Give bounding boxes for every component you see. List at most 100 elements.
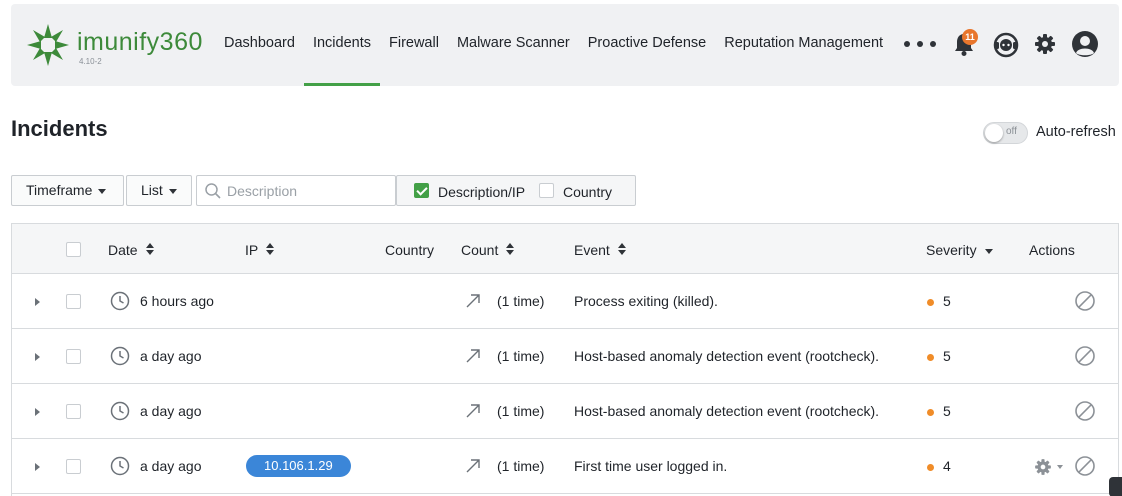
incident-event: Host-based anomaly detection event (root…: [574, 403, 880, 419]
imunify-logo-icon: [27, 24, 69, 66]
row-checkbox[interactable]: [66, 294, 81, 309]
block-icon[interactable]: [1074, 345, 1096, 367]
clock-icon: [110, 346, 130, 366]
clock-icon: [110, 401, 130, 421]
support-agent-icon[interactable]: [992, 30, 1020, 58]
severity-header-label: Severity: [926, 242, 977, 258]
chat-widget-button[interactable]: [1109, 477, 1122, 496]
incident-date: 6 hours ago: [140, 293, 214, 309]
toggle-state-label: off: [1006, 126, 1017, 137]
column-header-actions: Actions: [1029, 242, 1075, 258]
row-checkbox[interactable]: [66, 459, 81, 474]
nav-reputation-management[interactable]: Reputation Management: [715, 4, 892, 86]
search-input[interactable]: [227, 176, 392, 205]
column-header-ip[interactable]: IP: [245, 242, 275, 258]
main-nav: Dashboard Incidents Firewall Malware Sca…: [215, 4, 892, 86]
column-header-event[interactable]: Event: [574, 242, 626, 258]
table-header: Date IP Country Count Event Severity Act…: [12, 224, 1118, 274]
app-version: 4.10-2: [79, 57, 102, 66]
event-header-label: Event: [574, 242, 610, 258]
description-ip-checkbox[interactable]: [414, 183, 429, 198]
nav-proactive-defense[interactable]: Proactive Defense: [579, 4, 715, 86]
expand-row-icon[interactable]: [35, 463, 40, 471]
table-row[interactable]: a day ago 10.106.1.29 (1 time) First tim…: [12, 439, 1118, 494]
more-menu-icon[interactable]: [904, 34, 936, 54]
incident-date: a day ago: [140, 348, 202, 364]
search-scope-filter: Description/IP Country: [396, 175, 636, 206]
table-row[interactable]: 6 hours ago (1 time) Process exiting (ki…: [12, 274, 1118, 329]
arrow-up-right-icon: [466, 349, 480, 363]
incident-severity: 5: [943, 348, 951, 364]
select-all-checkbox[interactable]: [66, 242, 81, 257]
ip-address-tag[interactable]: 10.106.1.29: [246, 455, 351, 477]
expand-row-icon[interactable]: [35, 353, 40, 361]
view-mode-label: List: [141, 182, 163, 198]
chevron-down-icon[interactable]: [1057, 465, 1063, 469]
sort-icon: [145, 243, 154, 256]
nav-dashboard[interactable]: Dashboard: [215, 4, 304, 86]
nav-incidents[interactable]: Incidents: [303, 4, 381, 86]
brand-name: imunify360: [77, 28, 203, 56]
block-icon[interactable]: [1074, 290, 1096, 312]
table-row[interactable]: a day ago (1 time) Host-based anomaly de…: [12, 384, 1118, 439]
incident-event: First time user logged in.: [574, 458, 728, 474]
row-settings-gear-icon[interactable]: [1032, 456, 1054, 478]
settings-gear-icon[interactable]: [1031, 30, 1059, 58]
nav-malware-scanner[interactable]: Malware Scanner: [448, 4, 579, 86]
incident-event: Process exiting (killed).: [574, 293, 718, 309]
description-ip-label: Description/IP: [438, 184, 526, 200]
page-title: Incidents: [11, 116, 108, 141]
nav-firewall[interactable]: Firewall: [380, 4, 448, 86]
user-avatar-icon[interactable]: [1071, 30, 1099, 58]
auto-refresh-toggle[interactable]: off: [983, 122, 1028, 144]
column-header-country: Country: [385, 242, 435, 258]
view-mode-dropdown[interactable]: List: [126, 175, 192, 206]
search-box: [196, 175, 396, 206]
block-icon[interactable]: [1074, 400, 1096, 422]
incident-count: (1 time): [497, 293, 545, 309]
severity-indicator: [927, 299, 934, 306]
arrow-up-right-icon: [466, 294, 480, 308]
timeframe-dropdown[interactable]: Timeframe: [11, 175, 124, 206]
incident-count: (1 time): [497, 458, 545, 474]
chevron-down-icon: [98, 188, 107, 194]
country-checkbox[interactable]: [539, 183, 554, 198]
incident-severity: 5: [943, 403, 951, 419]
date-header-label: Date: [108, 242, 138, 258]
sort-icon: [506, 243, 515, 256]
incident-date: a day ago: [140, 403, 202, 419]
toggle-knob: [985, 124, 1003, 142]
column-header-date[interactable]: Date: [108, 242, 154, 258]
incident-severity: 4: [943, 458, 951, 474]
block-icon[interactable]: [1074, 455, 1096, 477]
arrow-up-right-icon: [466, 459, 480, 473]
clock-icon: [110, 291, 130, 311]
search-icon: [205, 183, 221, 199]
expand-row-icon[interactable]: [35, 408, 40, 416]
column-header-severity[interactable]: Severity: [926, 242, 993, 258]
notification-count-badge: 11: [962, 29, 978, 45]
incident-date: a day ago: [140, 458, 202, 474]
row-checkbox[interactable]: [66, 349, 81, 364]
column-header-count[interactable]: Count: [461, 242, 515, 258]
arrow-up-right-icon: [466, 404, 480, 418]
severity-indicator: [927, 409, 934, 416]
ip-header-label: IP: [245, 242, 259, 258]
sort-desc-icon: [984, 248, 993, 254]
severity-indicator: [927, 354, 934, 361]
row-checkbox[interactable]: [66, 404, 81, 419]
clock-icon: [110, 456, 130, 476]
auto-refresh-label: Auto-refresh: [1036, 124, 1116, 140]
timeframe-label: Timeframe: [26, 182, 93, 198]
chevron-down-icon: [168, 188, 177, 194]
expand-row-icon[interactable]: [35, 298, 40, 306]
incident-event: Host-based anomaly detection event (root…: [574, 348, 880, 364]
count-header-label: Count: [461, 242, 499, 258]
sort-icon: [266, 243, 275, 256]
severity-indicator: [927, 464, 934, 471]
incident-severity: 5: [943, 293, 951, 309]
table-row[interactable]: a day ago (1 time) Host-based anomaly de…: [12, 329, 1118, 384]
top-navigation-bar: imunify360 4.10-2 Dashboard Incidents Fi…: [11, 4, 1119, 86]
incident-count: (1 time): [497, 403, 545, 419]
imunify360-logo[interactable]: imunify360 4.10-2: [25, 22, 215, 68]
